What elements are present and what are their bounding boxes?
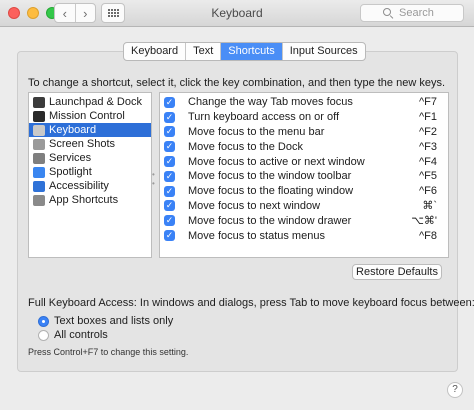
accessibility-icon: [33, 180, 45, 192]
radio-label: All controls: [54, 329, 108, 341]
category-label: Accessibility: [49, 180, 109, 192]
control-f7-hint: Press Control+F7 to change this setting.: [28, 347, 189, 357]
radio-button[interactable]: [38, 315, 49, 327]
category-item-accessibility[interactable]: Accessibility: [29, 179, 151, 193]
category-item-mission-control[interactable]: Mission Control: [29, 109, 151, 123]
shortcut-row[interactable]: ✓ Move focus to status menus ^F8: [160, 228, 448, 243]
shortcut-name: Move focus to active or next window: [188, 155, 365, 168]
shortcut-row[interactable]: ✓ Move focus to active or next window ^F4: [160, 154, 448, 169]
instructions-text: To change a shortcut, select it, click t…: [28, 77, 446, 89]
shortcut-keys[interactable]: ^F1: [399, 111, 448, 123]
shortcut-row[interactable]: ✓ Move focus to the window toolbar ^F5: [160, 169, 448, 184]
category-item-screen-shots[interactable]: Screen Shots: [29, 137, 151, 151]
shortcut-checkbox[interactable]: ✓: [164, 170, 175, 182]
shortcut-keys[interactable]: ^F5: [399, 170, 448, 182]
tab-input-sources[interactable]: Input Sources: [281, 43, 365, 60]
shortcut-keys[interactable]: ^F6: [399, 185, 448, 197]
shortcut-checkbox[interactable]: ✓: [164, 230, 175, 242]
shortcut-list[interactable]: ✓ Change the way Tab moves focus ^F7 ✓ Turn …: [159, 92, 449, 258]
shortcut-checkbox[interactable]: ✓: [164, 215, 175, 227]
shortcut-name: Move focus to next window: [188, 199, 321, 212]
help-button[interactable]: ?: [447, 382, 463, 398]
category-label: Launchpad & Dock: [49, 96, 142, 108]
category-list[interactable]: Launchpad & Dock Mission Control Keyboard S…: [28, 92, 152, 258]
split-resize-handle[interactable]: • •: [152, 170, 156, 188]
shortcut-keys[interactable]: ^F3: [399, 141, 448, 153]
search-icon: [383, 8, 394, 20]
radio-all-controls[interactable]: All controls: [38, 328, 108, 342]
shortcut-checkbox[interactable]: ✓: [164, 141, 175, 153]
full-keyboard-access-label: Full Keyboard Access: In windows and dia…: [28, 297, 474, 309]
shortcut-keys[interactable]: ^F2: [399, 126, 448, 138]
shortcut-checkbox[interactable]: ✓: [164, 96, 175, 108]
category-label: Spotlight: [49, 166, 92, 178]
category-label: Screen Shots: [49, 138, 116, 150]
shortcut-checkbox[interactable]: ✓: [164, 200, 175, 212]
shortcut-checkbox[interactable]: ✓: [164, 185, 175, 197]
services-gear-icon: [33, 152, 45, 164]
mission-control-icon: [33, 110, 45, 122]
shortcut-name: Move focus to the floating window: [188, 185, 354, 198]
tab-keyboard[interactable]: Keyboard: [124, 43, 185, 60]
shortcut-row[interactable]: ✓ Turn keyboard access on or off ^F1: [160, 110, 448, 125]
spotlight-icon: [33, 166, 45, 178]
shortcut-row[interactable]: ✓ Move focus to next window ⌘`: [160, 199, 448, 214]
shortcut-keys[interactable]: ⌥⌘': [399, 214, 448, 227]
category-item-spotlight[interactable]: Spotlight: [29, 165, 151, 179]
title-bar: ‹ › Keyboard: [0, 0, 474, 27]
category-item-keyboard[interactable]: Keyboard: [29, 123, 151, 137]
shortcut-row[interactable]: ✓ Move focus to the menu bar ^F2: [160, 125, 448, 140]
search-input[interactable]: [397, 6, 461, 20]
shortcut-name: Move focus to the window toolbar: [188, 170, 352, 183]
tab-shortcuts[interactable]: Shortcuts: [220, 43, 282, 60]
category-item-launchpad-dock[interactable]: Launchpad & Dock: [29, 95, 151, 109]
category-label: App Shortcuts: [49, 194, 119, 206]
app-shortcuts-icon: [33, 194, 45, 206]
shortcut-keys[interactable]: ^F8: [399, 230, 448, 242]
radio-label: Text boxes and lists only: [54, 315, 174, 327]
shortcut-row[interactable]: ✓ Move focus to the Dock ^F3: [160, 139, 448, 154]
category-label: Keyboard: [49, 124, 97, 136]
tab-text[interactable]: Text: [185, 43, 220, 60]
category-label: Services: [49, 152, 92, 164]
keyboard-icon: [33, 124, 45, 136]
shortcut-name: Change the way Tab moves focus: [188, 96, 353, 109]
category-item-services[interactable]: Services: [29, 151, 151, 165]
shortcut-keys[interactable]: ^F4: [399, 156, 448, 168]
shortcut-name: Move focus to the Dock: [188, 140, 303, 153]
shortcut-checkbox[interactable]: ✓: [164, 156, 175, 168]
shortcut-keys[interactable]: ^F7: [399, 96, 448, 108]
radio-button[interactable]: [38, 329, 49, 341]
shortcut-name: Turn keyboard access on or off: [188, 111, 340, 124]
shortcut-row[interactable]: ✓ Move focus to the window drawer ⌥⌘': [160, 213, 448, 228]
category-label: Mission Control: [49, 110, 125, 122]
restore-defaults-button[interactable]: Restore Defaults: [352, 264, 442, 280]
radio-text-boxes-lists[interactable]: Text boxes and lists only: [38, 314, 173, 328]
category-item-app-shortcuts[interactable]: App Shortcuts: [29, 193, 151, 207]
shortcut-row[interactable]: ✓ Move focus to the floating window ^F6: [160, 184, 448, 199]
shortcut-row[interactable]: ✓ Change the way Tab moves focus ^F7: [160, 95, 448, 110]
screenshot-icon: [33, 138, 45, 150]
search-field[interactable]: [360, 4, 464, 22]
shortcut-checkbox[interactable]: ✓: [164, 126, 175, 138]
keyboard-preferences-window: ‹ › Keyboard KeyboardTextShortcutsInput …: [0, 0, 474, 410]
launchpad-icon: [33, 96, 45, 108]
shortcut-keys[interactable]: ⌘`: [399, 199, 448, 212]
tab-bar: Keyboard Text Shortcuts Input Sources: [123, 42, 366, 61]
shortcut-name: Move focus to the menu bar: [188, 125, 325, 138]
shortcut-name: Move focus to the window drawer: [188, 214, 352, 227]
shortcut-name: Move focus to status menus: [188, 229, 325, 242]
shortcut-checkbox[interactable]: ✓: [164, 111, 175, 123]
